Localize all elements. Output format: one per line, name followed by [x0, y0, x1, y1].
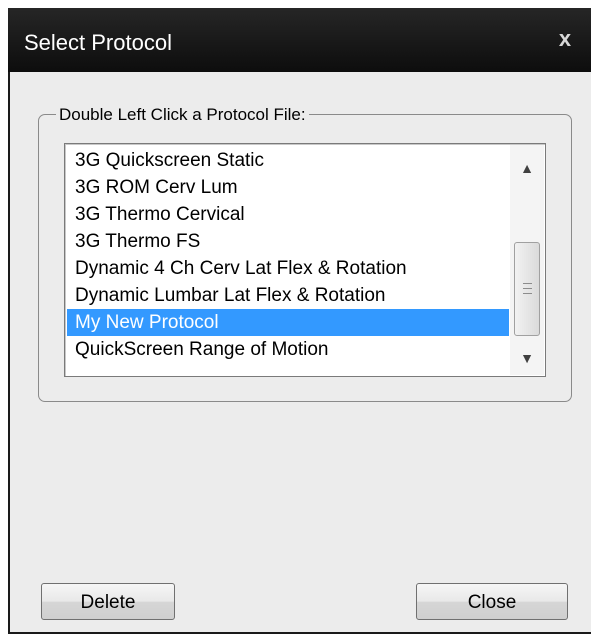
- title-bar[interactable]: Select Protocol x: [8, 8, 591, 72]
- select-protocol-dialog: Select Protocol x Double Left Click a Pr…: [8, 8, 591, 634]
- window-frame-left: [8, 72, 10, 634]
- list-item[interactable]: Dynamic 4 Ch Cerv Lat Flex & Rotation: [67, 255, 509, 282]
- scroll-up-arrow-icon[interactable]: ▲: [510, 151, 544, 185]
- vertical-scrollbar[interactable]: ▲ ▼: [510, 145, 544, 375]
- list-item-selected[interactable]: My New Protocol: [67, 309, 509, 336]
- close-icon[interactable]: x: [553, 26, 577, 52]
- list-item[interactable]: 3G Quickscreen Static: [67, 147, 509, 174]
- list-item[interactable]: 3G ROM Cerv Lum: [67, 174, 509, 201]
- scroll-thumb[interactable]: [514, 242, 540, 336]
- window-frame-bottom: [8, 632, 591, 634]
- dialog-title: Select Protocol: [24, 30, 172, 55]
- grip-icon: [523, 283, 532, 294]
- group-label: Double Left Click a Protocol File:: [56, 106, 309, 124]
- list-item[interactable]: Dynamic Lumbar Lat Flex & Rotation: [67, 282, 509, 309]
- close-button[interactable]: Close: [416, 583, 568, 620]
- protocol-list: 3G Quickscreen Static 3G ROM Cerv Lum 3G…: [67, 147, 509, 363]
- list-item[interactable]: QuickScreen Range of Motion: [67, 336, 509, 363]
- delete-button[interactable]: Delete: [41, 583, 175, 620]
- protocol-listbox[interactable]: 3G Quickscreen Static 3G ROM Cerv Lum 3G…: [64, 143, 546, 377]
- list-item[interactable]: 3G Thermo Cervical: [67, 201, 509, 228]
- list-item[interactable]: 3G Thermo FS: [67, 228, 509, 255]
- scroll-down-arrow-icon[interactable]: ▼: [510, 341, 544, 375]
